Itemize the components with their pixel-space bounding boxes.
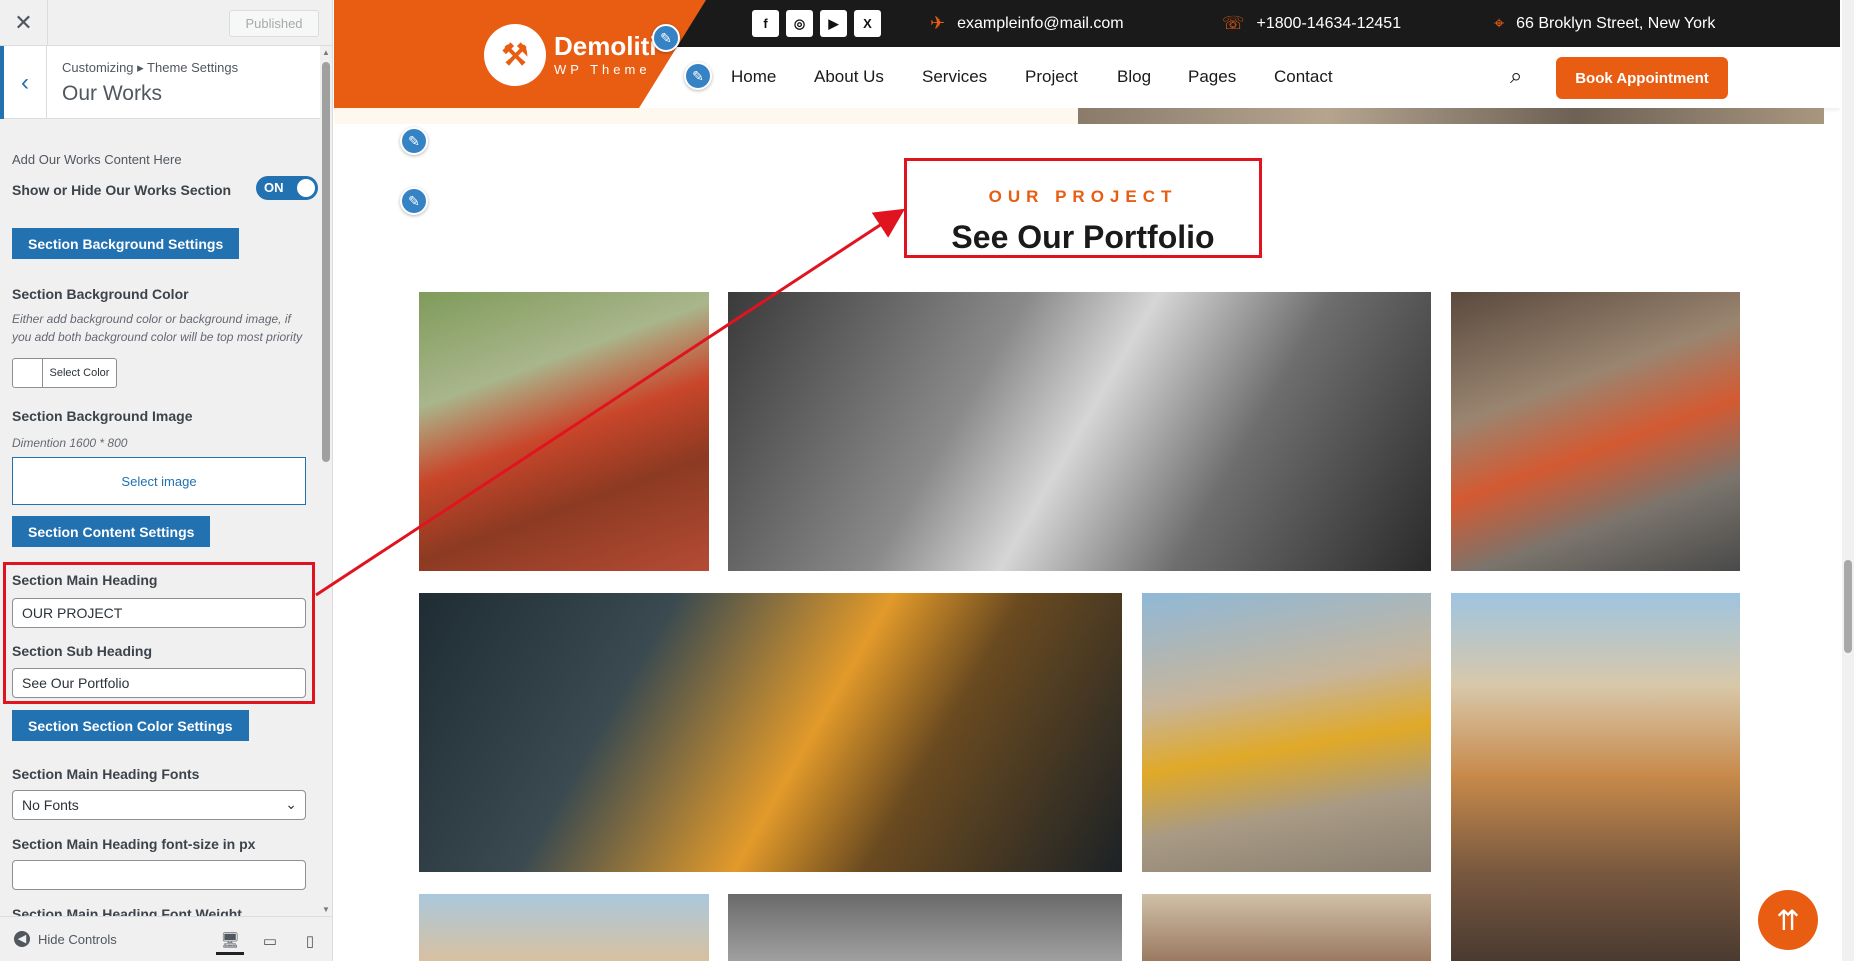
select-color-button[interactable]: Select Color	[12, 358, 117, 388]
instagram-icon[interactable]: ◎	[786, 10, 813, 37]
bg-settings-button[interactable]: Section Background Settings	[12, 228, 240, 259]
breadcrumb: Customizing ▸ Theme Settings	[62, 60, 239, 75]
portfolio-image[interactable]	[728, 894, 1122, 961]
heading-fonts-label: Section Main Heading Fonts	[12, 766, 200, 782]
sidebar-scrollbar[interactable]: ▲ ▼	[320, 46, 332, 916]
close-icon[interactable]: ✕	[0, 0, 48, 46]
annotation-highlight-box	[3, 562, 315, 704]
preview-scroll-thumb[interactable]	[1844, 560, 1852, 653]
section-heading: OUR PROJECT	[988, 187, 1178, 206]
youtube-icon[interactable]: ▶	[820, 10, 847, 37]
phone-contact[interactable]: ☏ +1800-14634-12451	[1222, 13, 1401, 34]
customizer-header: ✕ Published	[0, 0, 332, 46]
nav-pages[interactable]: Pages	[1188, 67, 1236, 87]
select-image-button[interactable]: Select image	[12, 457, 306, 505]
customizer-sidebar: ✕ Published ‹ Customizing ▸ Theme Settin…	[0, 0, 333, 961]
location-icon: ⌖	[1494, 13, 1505, 33]
pencil-icon[interactable]: ✎	[652, 24, 680, 52]
email-contact[interactable]: ✈ exampleinfo@mail.com	[930, 13, 1124, 34]
scroll-up-arrow-icon[interactable]: ▲	[322, 48, 330, 57]
portfolio-image[interactable]	[419, 593, 1122, 872]
facebook-icon[interactable]: f	[752, 10, 779, 37]
content-settings-button[interactable]: Section Content Settings	[12, 516, 211, 547]
portfolio-image[interactable]	[728, 292, 1431, 571]
nav-services[interactable]: Services	[922, 67, 987, 87]
show-section-toggle[interactable]: ON	[256, 176, 318, 200]
phone-text: +1800-14634-12451	[1256, 14, 1402, 32]
nav-blog[interactable]: Blog	[1117, 67, 1151, 87]
portfolio-image[interactable]	[1142, 593, 1431, 872]
hero-strip	[334, 108, 1078, 124]
toggle-state: ON	[264, 180, 284, 195]
paper-plane-icon: ✈	[930, 13, 946, 33]
portfolio-image[interactable]	[419, 894, 709, 961]
sidebar-scroll-thumb[interactable]	[322, 62, 330, 462]
logo-name: Demoliti	[554, 31, 657, 61]
site-preview: f ◎ ▶ X ✈ exampleinfo@mail.com ☏ +1800-1…	[334, 0, 1840, 961]
hide-controls-label: Hide Controls	[38, 931, 117, 947]
section-heading-highlight: OUR PROJECT See Our Portfolio	[904, 158, 1262, 258]
heading-fonts-value: No Fonts	[22, 797, 79, 813]
pencil-icon[interactable]: ✎	[400, 187, 428, 215]
color-settings-button[interactable]: Section Section Color Settings	[12, 710, 249, 741]
show-hide-label: Show or Hide Our Works Section	[12, 182, 232, 198]
bg-image-description: Dimention 1600 * 800	[12, 436, 128, 450]
book-appointment-button[interactable]: Book Appointment	[1556, 57, 1728, 99]
collapse-arrow-icon: ◀	[14, 931, 30, 947]
section-subheading: See Our Portfolio	[951, 219, 1215, 255]
bg-image-label: Section Background Image	[12, 408, 193, 424]
pencil-icon[interactable]: ✎	[400, 127, 428, 155]
preview-scrollbar[interactable]	[1842, 0, 1854, 961]
logo-icon: ⚒	[484, 24, 546, 86]
heading-fontsize-label: Section Main Heading font-size in px	[12, 836, 256, 852]
address-contact: ⌖ 66 Broklyn Street, New York	[1494, 13, 1715, 34]
intro-text: Add Our Works Content Here	[12, 152, 182, 167]
hide-controls-button[interactable]: ◀ Hide Controls	[14, 931, 117, 947]
address-text: 66 Broklyn Street, New York	[1516, 14, 1716, 32]
desktop-preview-icon[interactable]: 🖥	[216, 927, 244, 955]
email-text: exampleinfo@mail.com	[957, 14, 1124, 32]
hero-image-strip	[1078, 108, 1824, 124]
tablet-preview-icon[interactable]: ▭	[256, 927, 284, 955]
nav-about-us[interactable]: About Us	[814, 67, 884, 87]
color-swatch	[13, 359, 43, 387]
heading-fontsize-input[interactable]	[12, 860, 306, 890]
search-icon[interactable]: ⌕	[1510, 63, 1522, 89]
nav-project[interactable]: Project	[1025, 67, 1078, 87]
pencil-icon[interactable]: ✎	[684, 62, 712, 90]
customizer-footer: ◀ Hide Controls 🖥 ▭ ▯	[0, 916, 332, 961]
bg-color-description: Either add background color or backgroun…	[12, 312, 303, 344]
portfolio-image[interactable]	[1451, 292, 1740, 571]
chevron-down-icon: ⌄	[285, 796, 297, 812]
select-color-label: Select Color	[49, 367, 110, 379]
double-chevron-up-icon[interactable]: ⇈	[1758, 890, 1818, 950]
chevron-left-icon[interactable]: ‹	[0, 46, 47, 119]
mobile-preview-icon[interactable]: ▯	[296, 927, 324, 955]
panel-header: ‹ Customizing ▸ Theme Settings Our Works	[0, 46, 320, 119]
nav-contact[interactable]: Contact	[1274, 67, 1333, 87]
bg-color-label: Section Background Color	[12, 286, 189, 302]
nav-home[interactable]: Home	[731, 67, 776, 87]
portfolio-image[interactable]	[1451, 593, 1740, 961]
toggle-knob	[297, 179, 315, 197]
panel-title: Our Works	[62, 82, 162, 105]
portfolio-image[interactable]	[1142, 894, 1431, 961]
scroll-down-arrow-icon[interactable]: ▼	[322, 905, 330, 914]
logo-tagline: WP Theme	[554, 62, 651, 77]
phone-icon: ☏	[1222, 13, 1245, 33]
portfolio-image[interactable]	[419, 292, 709, 571]
heading-fonts-select[interactable]: No Fonts ⌄	[12, 790, 306, 820]
x-twitter-icon[interactable]: X	[854, 10, 881, 37]
published-button[interactable]: Published	[229, 10, 319, 37]
